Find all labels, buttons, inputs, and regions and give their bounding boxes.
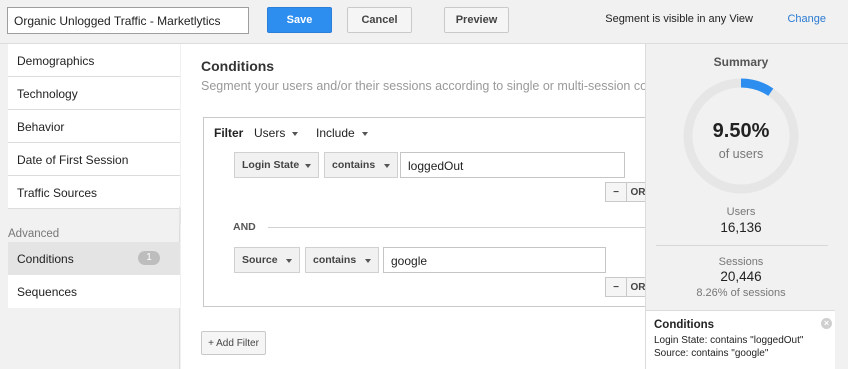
save-button[interactable]: Save <box>267 7 332 33</box>
users-value: 16,136 <box>720 220 762 235</box>
sidebar-item-conditions[interactable]: Conditions 1 <box>8 242 180 275</box>
sidebar-item-date-of-first-session[interactable]: Date of First Session <box>8 143 180 176</box>
page-subtitle: Segment your users and/or their sessions… <box>201 79 645 93</box>
sidebar-item-demographics[interactable]: Demographics <box>8 44 180 77</box>
segment-percentage: 9.50% <box>712 120 770 142</box>
sidebar-item-behavior[interactable]: Behavior <box>8 110 180 143</box>
sidebar-item-traffic-sources[interactable]: Traffic Sources <box>8 176 180 209</box>
condition-summary-line: Login State: contains "loggedOut" <box>654 335 804 346</box>
remove-condition-button[interactable]: − <box>605 182 627 202</box>
or-button[interactable]: OR <box>626 277 645 297</box>
chevron-down-icon <box>292 131 299 136</box>
conditions-panel: Conditions Segment your users and/or the… <box>181 44 645 369</box>
sidebar-item-label: Sequences <box>17 285 78 299</box>
dimension-dropdown-value: Login State <box>242 159 300 171</box>
remove-condition-button[interactable]: − <box>605 277 627 297</box>
sidebar-item-label: Technology <box>17 87 78 101</box>
cancel-button[interactable]: Cancel <box>347 7 412 33</box>
sessions-label: Sessions <box>718 256 764 268</box>
operator-dropdown[interactable]: contains <box>324 152 398 178</box>
sidebar-item-sequences[interactable]: Sequences <box>8 275 180 308</box>
conditions-summary-card: Conditions Login State: contains "logged… <box>646 310 836 369</box>
scrollbar-track <box>835 44 848 369</box>
chevron-down-icon <box>365 259 371 263</box>
page-title: Conditions <box>201 58 275 74</box>
condition-summary-line: Source: contains "google" <box>654 348 769 359</box>
filter-box: Filter Users Include Login State contain… <box>203 117 645 307</box>
or-button[interactable]: OR <box>626 182 645 202</box>
sessions-percentage: 8.26% of sessions <box>696 287 786 299</box>
segment-name-input[interactable] <box>7 7 249 34</box>
summary-divider <box>656 245 828 246</box>
add-filter-button[interactable]: + Add Filter <box>201 331 266 355</box>
sessions-value: 20,446 <box>720 269 762 284</box>
sidebar-item-technology[interactable]: Technology <box>8 77 180 110</box>
visibility-text: Segment is visible in any View <box>605 13 753 25</box>
operator-dropdown-value: contains <box>313 254 357 266</box>
change-visibility-link[interactable]: Change <box>787 13 826 25</box>
sidebar-item-label: Date of First Session <box>17 153 129 167</box>
scope-dropdown[interactable]: Users <box>254 126 299 140</box>
chevron-down-icon <box>384 164 390 168</box>
chevron-down-icon <box>286 259 292 263</box>
condition-value-input[interactable]: google <box>383 247 606 273</box>
dimension-dropdown-value: Source <box>242 254 278 266</box>
sidebar-section-advanced: Advanced <box>8 228 60 240</box>
conditions-summary-title: Conditions <box>654 319 715 331</box>
close-icon[interactable]: × <box>821 318 832 329</box>
summary-panel: Summary 9.50% of users Users 16,136 Sess… <box>645 44 848 369</box>
sidebar-item-label: Conditions <box>17 252 74 266</box>
users-label: Users <box>726 206 756 218</box>
and-separator-label: AND <box>233 221 256 233</box>
chevron-down-icon <box>361 131 368 136</box>
include-dropdown[interactable]: Include <box>316 126 368 140</box>
preview-button[interactable]: Preview <box>444 7 509 33</box>
dimension-dropdown[interactable]: Source <box>234 247 300 273</box>
sidebar-item-label: Behavior <box>17 120 65 134</box>
and-divider <box>268 227 645 228</box>
condition-value-input[interactable]: loggedOut <box>400 152 625 178</box>
segment-sidebar: Demographics Technology Behavior Date of… <box>0 44 180 369</box>
operator-dropdown-value: contains <box>332 159 376 171</box>
conditions-count-badge: 1 <box>138 251 160 265</box>
include-dropdown-value: Include <box>316 126 355 140</box>
segment-editor-header: Save Cancel Preview Segment is visible i… <box>0 0 848 44</box>
chevron-down-icon <box>305 164 311 168</box>
dimension-dropdown[interactable]: Login State <box>234 152 319 178</box>
segment-percentage-label: of users <box>718 147 764 161</box>
summary-title: Summary <box>713 55 769 69</box>
sidebar-item-label: Demographics <box>17 54 95 68</box>
scope-dropdown-value: Users <box>254 126 286 140</box>
sidebar-item-label: Traffic Sources <box>17 186 98 200</box>
filter-label: Filter <box>214 126 244 140</box>
operator-dropdown[interactable]: contains <box>305 247 379 273</box>
